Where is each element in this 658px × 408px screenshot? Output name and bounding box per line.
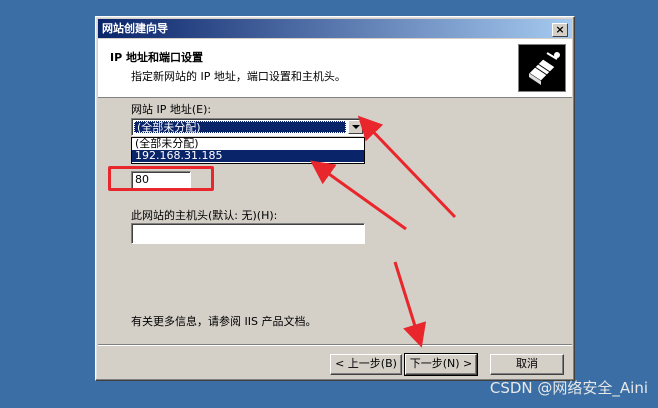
host-header-input[interactable] — [131, 223, 365, 244]
next-button[interactable]: 下一步(N) > — [404, 353, 478, 376]
host-header-label: 此网站的主机头(默认: 无)(H): — [131, 209, 278, 222]
ip-address-label: 网站 IP 地址(E): — [131, 103, 212, 116]
port-highlight-box — [108, 166, 214, 191]
close-button[interactable]: × — [552, 23, 568, 37]
cancel-button[interactable]: 取消 — [490, 354, 564, 375]
page-title: IP 地址和端口设置 — [110, 51, 203, 64]
ip-option-192-168-31-185[interactable]: 192.168.31.185 — [132, 150, 364, 162]
footer-divider — [98, 344, 572, 346]
wizard-book-icon — [518, 44, 566, 92]
info-text: 有关更多信息，请参阅 IIS 产品文档。 — [131, 315, 317, 328]
ip-address-combobox[interactable]: (全部未分配) — [131, 118, 365, 136]
ip-address-dropdown-list: (全部未分配) 192.168.31.185 — [131, 137, 365, 164]
ip-address-selected: (全部未分配) — [134, 121, 346, 134]
wizard-header: IP 地址和端口设置 指定新网站的 IP 地址，端口设置和主机头。 — [98, 39, 572, 98]
watermark: CSDN @网络安全_Aini — [489, 379, 648, 397]
back-button[interactable]: < 上一步(B) — [330, 354, 402, 375]
wizard-window: 网站创建向导 × IP 地址和端口设置 指定新网站的 IP 地址，端口设置和主机… — [95, 16, 575, 381]
window-title: 网站创建向导 — [102, 22, 168, 35]
page-subtitle: 指定新网站的 IP 地址，端口设置和主机头。 — [131, 70, 346, 83]
chevron-down-icon[interactable] — [348, 120, 363, 134]
title-bar[interactable]: 网站创建向导 × — [98, 19, 572, 38]
